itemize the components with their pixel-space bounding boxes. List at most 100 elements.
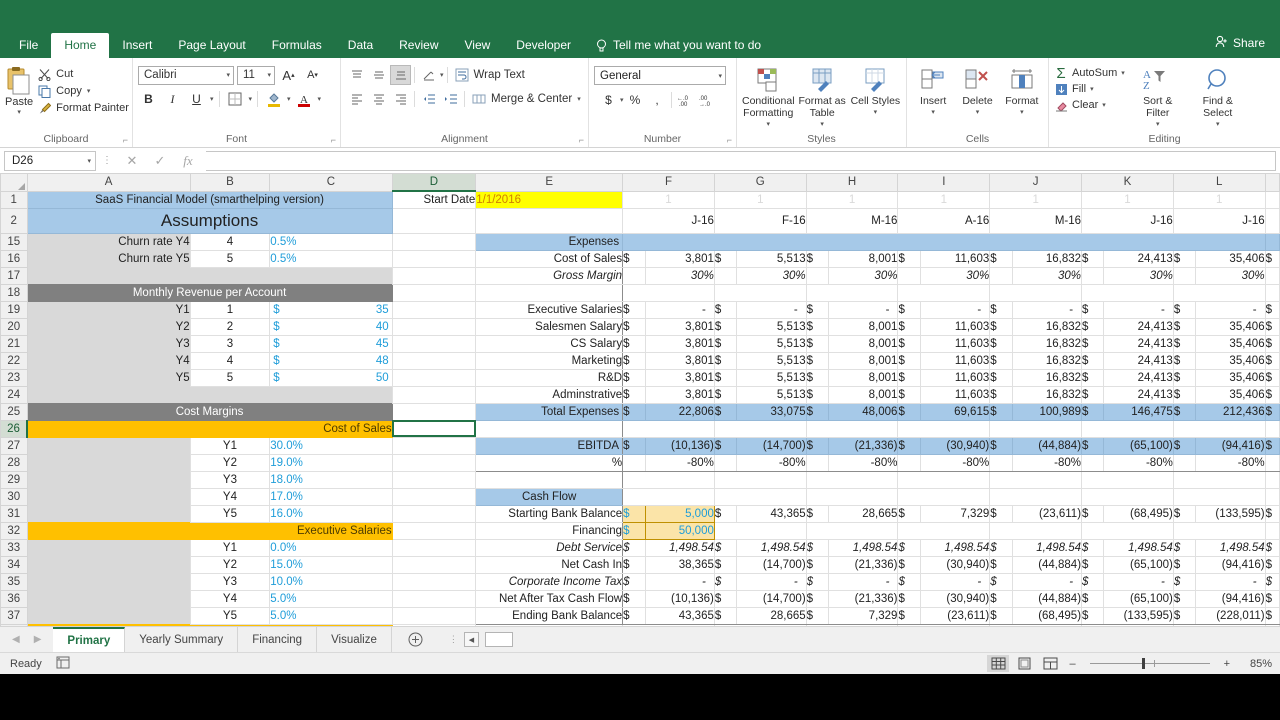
cell-J16-sym[interactable]: $ xyxy=(989,249,1013,268)
cell-I25-sym[interactable]: $ xyxy=(897,402,921,421)
cell-L19-sym[interactable]: $ xyxy=(1172,300,1197,319)
cell-H36-sym[interactable]: $ xyxy=(805,589,830,608)
delete-cells-button[interactable]: Delete ▾ xyxy=(956,64,998,117)
cell-H36-val[interactable]: (21,336) xyxy=(828,589,899,608)
cell-B29-label[interactable]: Y3 xyxy=(189,470,271,489)
row-header-24[interactable]: 24 xyxy=(0,385,28,404)
cell-G34-val[interactable]: (14,700) xyxy=(736,555,807,574)
format-painter-button[interactable]: Format Painter xyxy=(37,101,129,115)
col-header-L[interactable]: L xyxy=(1172,174,1266,192)
sheet-tab-visualize[interactable]: Visualize xyxy=(317,627,392,652)
chevron-down-icon[interactable]: ▾ xyxy=(1156,121,1160,129)
cell-J28-sym[interactable] xyxy=(989,453,1013,472)
decrease-font-size-button[interactable]: A ▾ xyxy=(302,65,323,85)
zoom-percent-label[interactable]: 85% xyxy=(1238,658,1272,670)
cell-K26[interactable] xyxy=(1081,419,1174,438)
accessibility-icon[interactable] xyxy=(56,656,70,672)
cell-J34-sym[interactable]: $ xyxy=(989,555,1013,574)
cell-K33-sym[interactable]: $ xyxy=(1081,538,1105,557)
cell-F33-sym[interactable]: $ xyxy=(622,538,646,557)
cell-A24[interactable] xyxy=(27,386,191,403)
cell-K36-sym[interactable]: $ xyxy=(1081,589,1105,608)
cell-J34-val[interactable]: (44,884) xyxy=(1011,555,1083,574)
cell-E27-label[interactable]: EBITDA xyxy=(475,436,624,455)
cell-F22-val[interactable]: 3,801 xyxy=(644,351,715,370)
cell-L36-sym[interactable]: $ xyxy=(1172,589,1197,608)
cell-J35-sym[interactable]: $ xyxy=(989,572,1013,591)
cell-L24-val[interactable]: 35,406 xyxy=(1195,385,1266,404)
insert-cells-button[interactable]: Insert ▾ xyxy=(912,64,954,117)
col-header-F[interactable]: F xyxy=(622,174,715,192)
font-name-select[interactable]: Calibri ▾ xyxy=(138,65,234,85)
cell-C37-value[interactable]: 5.0% xyxy=(269,606,393,625)
cell-B35-label[interactable]: Y3 xyxy=(189,572,271,591)
cell-I30[interactable] xyxy=(897,487,991,506)
cell-E19-label[interactable]: Executive Salaries xyxy=(475,300,624,319)
row-header-33[interactable]: 33 xyxy=(0,538,28,557)
cell-K2-period[interactable]: J-16 xyxy=(1081,207,1174,234)
cell-I22-val[interactable]: 11,603 xyxy=(919,351,991,370)
tab-developer[interactable]: Developer xyxy=(503,33,584,58)
cell-E16-label[interactable]: Cost of Sales xyxy=(475,249,624,268)
cell-A22-label[interactable]: Y4 xyxy=(27,352,191,369)
cell-G33-sym[interactable]: $ xyxy=(713,538,738,557)
cell-J33-val[interactable]: 1,498.54 xyxy=(1011,538,1083,557)
cell-L2-period[interactable]: J-16 xyxy=(1172,207,1266,234)
row-header-36[interactable]: 36 xyxy=(0,589,28,608)
tab-data[interactable]: Data xyxy=(335,33,386,58)
cell-G36-sym[interactable]: $ xyxy=(713,589,738,608)
cell-C19-value[interactable]: $ 35 xyxy=(269,300,393,319)
paste-button[interactable]: Paste ▾ xyxy=(5,64,33,116)
cell-H18[interactable] xyxy=(805,283,899,302)
col-header-H[interactable]: H xyxy=(805,174,899,192)
cell-L19-val[interactable]: - xyxy=(1195,300,1266,319)
cell-I17-sym[interactable] xyxy=(897,266,921,285)
tell-me-box[interactable]: Tell me what you want to do xyxy=(584,33,771,58)
cell-C16-value[interactable]: 0.5% xyxy=(269,249,393,268)
cell-I21-val[interactable]: 11,603 xyxy=(919,334,991,353)
align-bottom-icon[interactable] xyxy=(390,65,411,85)
formula-bar-grip[interactable]: ⋮ xyxy=(100,155,114,166)
cell-H28-val[interactable]: -80% xyxy=(828,453,899,472)
cell-E26[interactable] xyxy=(475,419,624,438)
cell-K16-val[interactable]: 24,413 xyxy=(1103,249,1174,268)
cell-C15-value[interactable]: 0.5% xyxy=(269,232,393,251)
cell-L36-val[interactable]: (94,416) xyxy=(1195,589,1266,608)
cell-A20-label[interactable]: Y2 xyxy=(27,318,191,335)
borders-button[interactable] xyxy=(225,89,246,109)
row-header-34[interactable]: 34 xyxy=(0,555,28,574)
cell-H33-sym[interactable]: $ xyxy=(805,538,830,557)
cell-K38[interactable] xyxy=(1081,623,1174,626)
cell-K27-val[interactable]: (65,100) xyxy=(1103,436,1174,455)
cell-I37-sym[interactable]: $ xyxy=(897,606,921,625)
cell-K25-sym[interactable]: $ xyxy=(1081,402,1105,421)
select-all-corner[interactable] xyxy=(0,174,28,192)
clear-button[interactable]: Clear ▾ xyxy=(1054,98,1125,112)
cell-L16-sym[interactable]: $ xyxy=(1172,249,1197,268)
cell-L16-val[interactable]: 35,406 xyxy=(1195,249,1266,268)
cell-L38[interactable] xyxy=(1172,623,1266,626)
cell-I27-sym[interactable]: $ xyxy=(897,436,921,455)
cell-I1[interactable]: 1 xyxy=(897,190,991,209)
cell-K22-val[interactable]: 24,413 xyxy=(1103,351,1174,370)
cell-D36[interactable] xyxy=(391,589,477,608)
cell-F34-sym[interactable]: $ xyxy=(622,555,646,574)
row-header-27[interactable]: 27 xyxy=(0,436,28,455)
col-header-E[interactable]: E xyxy=(475,174,624,192)
cell-M32[interactable] xyxy=(1264,521,1280,540)
cell-H19-val[interactable]: - xyxy=(828,300,899,319)
col-header-G[interactable]: G xyxy=(713,174,807,192)
cell-G27-sym[interactable]: $ xyxy=(713,436,738,455)
cell-G29[interactable] xyxy=(713,470,807,489)
cell-F16-sym[interactable]: $ xyxy=(622,249,646,268)
cell-F36-val[interactable]: (10,136) xyxy=(644,589,715,608)
sort-filter-button[interactable]: AZ Sort & Filter ▾ xyxy=(1131,64,1185,128)
cell-H34-sym[interactable]: $ xyxy=(805,555,830,574)
cell-D33[interactable] xyxy=(391,538,477,557)
cell-D37[interactable] xyxy=(391,606,477,625)
cell-L20-sym[interactable]: $ xyxy=(1172,317,1197,336)
cell-J26[interactable] xyxy=(989,419,1083,438)
cell-J21-val[interactable]: 16,832 xyxy=(1011,334,1083,353)
cell-L37-sym[interactable]: $ xyxy=(1172,606,1197,625)
cell-K36-val[interactable]: (65,100) xyxy=(1103,589,1174,608)
